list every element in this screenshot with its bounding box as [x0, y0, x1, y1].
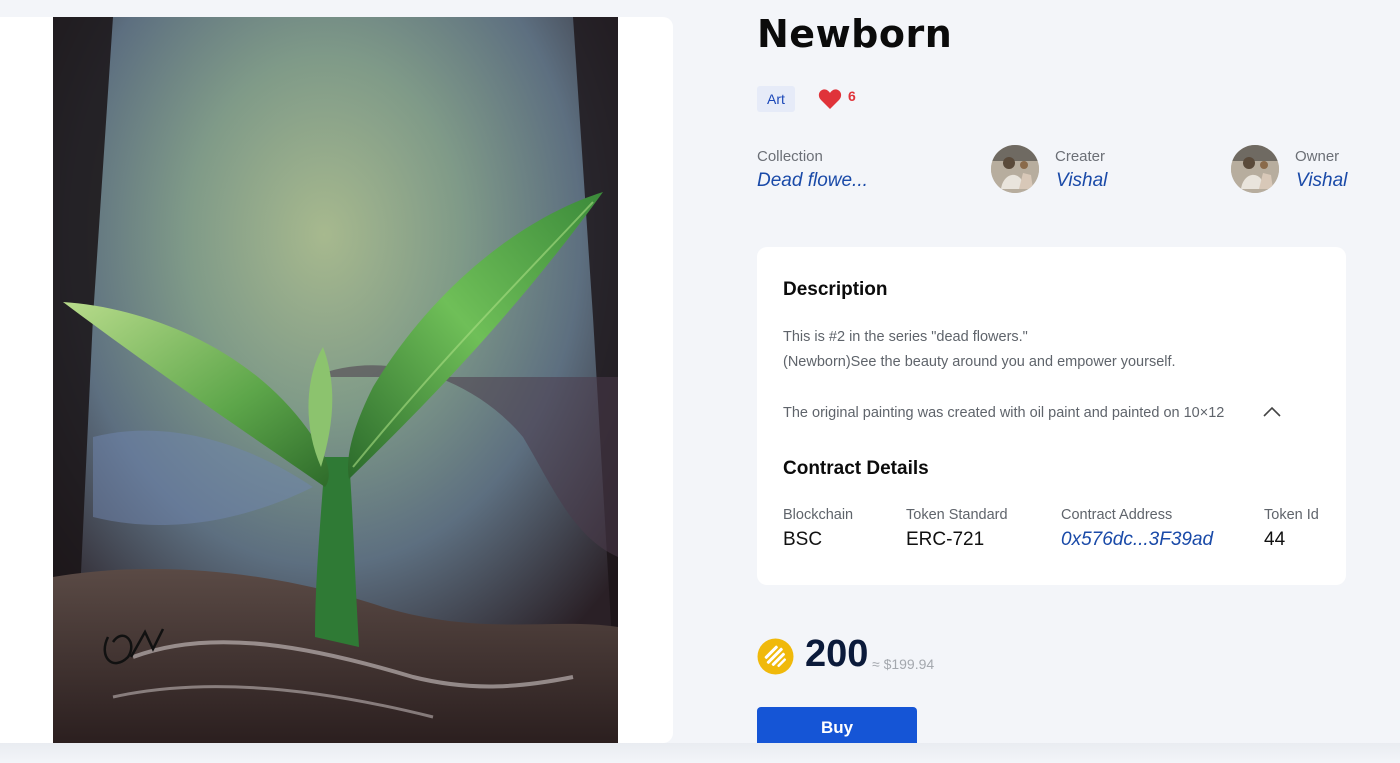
token-id-value: 44 [1264, 529, 1286, 550]
description-line: This is #2 in the series "dead flowers." [783, 329, 1028, 345]
blockchain-value: BSC [783, 529, 823, 550]
like-count: 6 [848, 88, 856, 104]
category-tag[interactable]: Art [757, 86, 795, 112]
contract-address-label: Contract Address [1061, 507, 1173, 523]
token-id-label: Token Id [1264, 507, 1319, 523]
description-line: (Newborn)See the beauty around you and e… [783, 354, 1176, 370]
price-amount: 200 [805, 633, 869, 675]
description-line: The original painting was created with o… [783, 405, 1225, 421]
artwork-card [0, 17, 673, 743]
creator-avatar[interactable] [991, 145, 1039, 193]
blockchain-label: Blockchain [783, 507, 854, 523]
contract-address-link[interactable]: 0x576dc...3F39ad [1061, 529, 1213, 551]
heart-icon [818, 89, 842, 109]
owner-label: Owner [1295, 148, 1340, 165]
like-button[interactable]: 6 [818, 88, 856, 110]
owner-avatar[interactable] [1231, 145, 1279, 193]
creator-link[interactable]: Vishal [1056, 170, 1107, 192]
owner-link[interactable]: Vishal [1296, 170, 1347, 192]
description-heading: Description [783, 279, 888, 300]
creator-label: Creater [1055, 148, 1106, 165]
price-usd: ≈ $199.94 [872, 656, 935, 672]
busd-coin-icon [757, 638, 794, 675]
collection-label: Collection [757, 148, 823, 165]
chevron-up-icon[interactable] [1262, 404, 1282, 418]
token-standard-value: ERC-721 [906, 529, 985, 550]
token-standard-label: Token Standard [906, 507, 1008, 523]
item-title: Newborn [757, 12, 953, 56]
nft-detail-page: Newborn Art 6 Collection Dead flowe... C… [0, 0, 1400, 763]
contract-heading: Contract Details [783, 458, 929, 479]
collection-link[interactable]: Dead flowe... [757, 170, 868, 192]
footer-shadow [0, 743, 1400, 763]
artwork-image[interactable] [53, 17, 618, 743]
